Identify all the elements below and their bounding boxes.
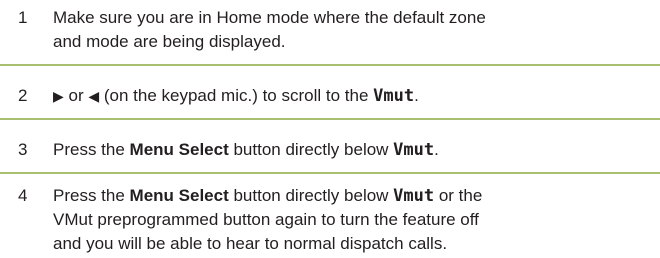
step-text: Press the Menu Select button directly be… — [53, 186, 483, 253]
divider — [0, 172, 660, 174]
step-text: Make sure you are in Home mode where the… — [53, 8, 486, 51]
step-text: ▶ or ◀ (on the keypad mic.) to scroll to… — [53, 86, 419, 106]
button-name: Menu Select — [129, 186, 229, 205]
softkey-label: Vmut — [393, 140, 435, 160]
step-number: 4 — [18, 186, 28, 205]
instruction-steps: 1 Make sure you are in Home mode where t… — [0, 0, 660, 258]
left-arrow-icon: ◀ — [88, 88, 100, 104]
step-number: 2 — [18, 86, 28, 105]
step-number: 3 — [18, 140, 28, 159]
button-name: Menu Select — [129, 140, 229, 159]
step-text: Press the Menu Select button directly be… — [53, 140, 439, 160]
step-number: 1 — [18, 8, 28, 27]
softkey-label: Vmut — [393, 186, 435, 206]
divider — [0, 64, 660, 66]
divider — [0, 118, 660, 120]
right-arrow-icon: ▶ — [53, 88, 64, 104]
softkey-label: Vmut — [373, 86, 415, 106]
